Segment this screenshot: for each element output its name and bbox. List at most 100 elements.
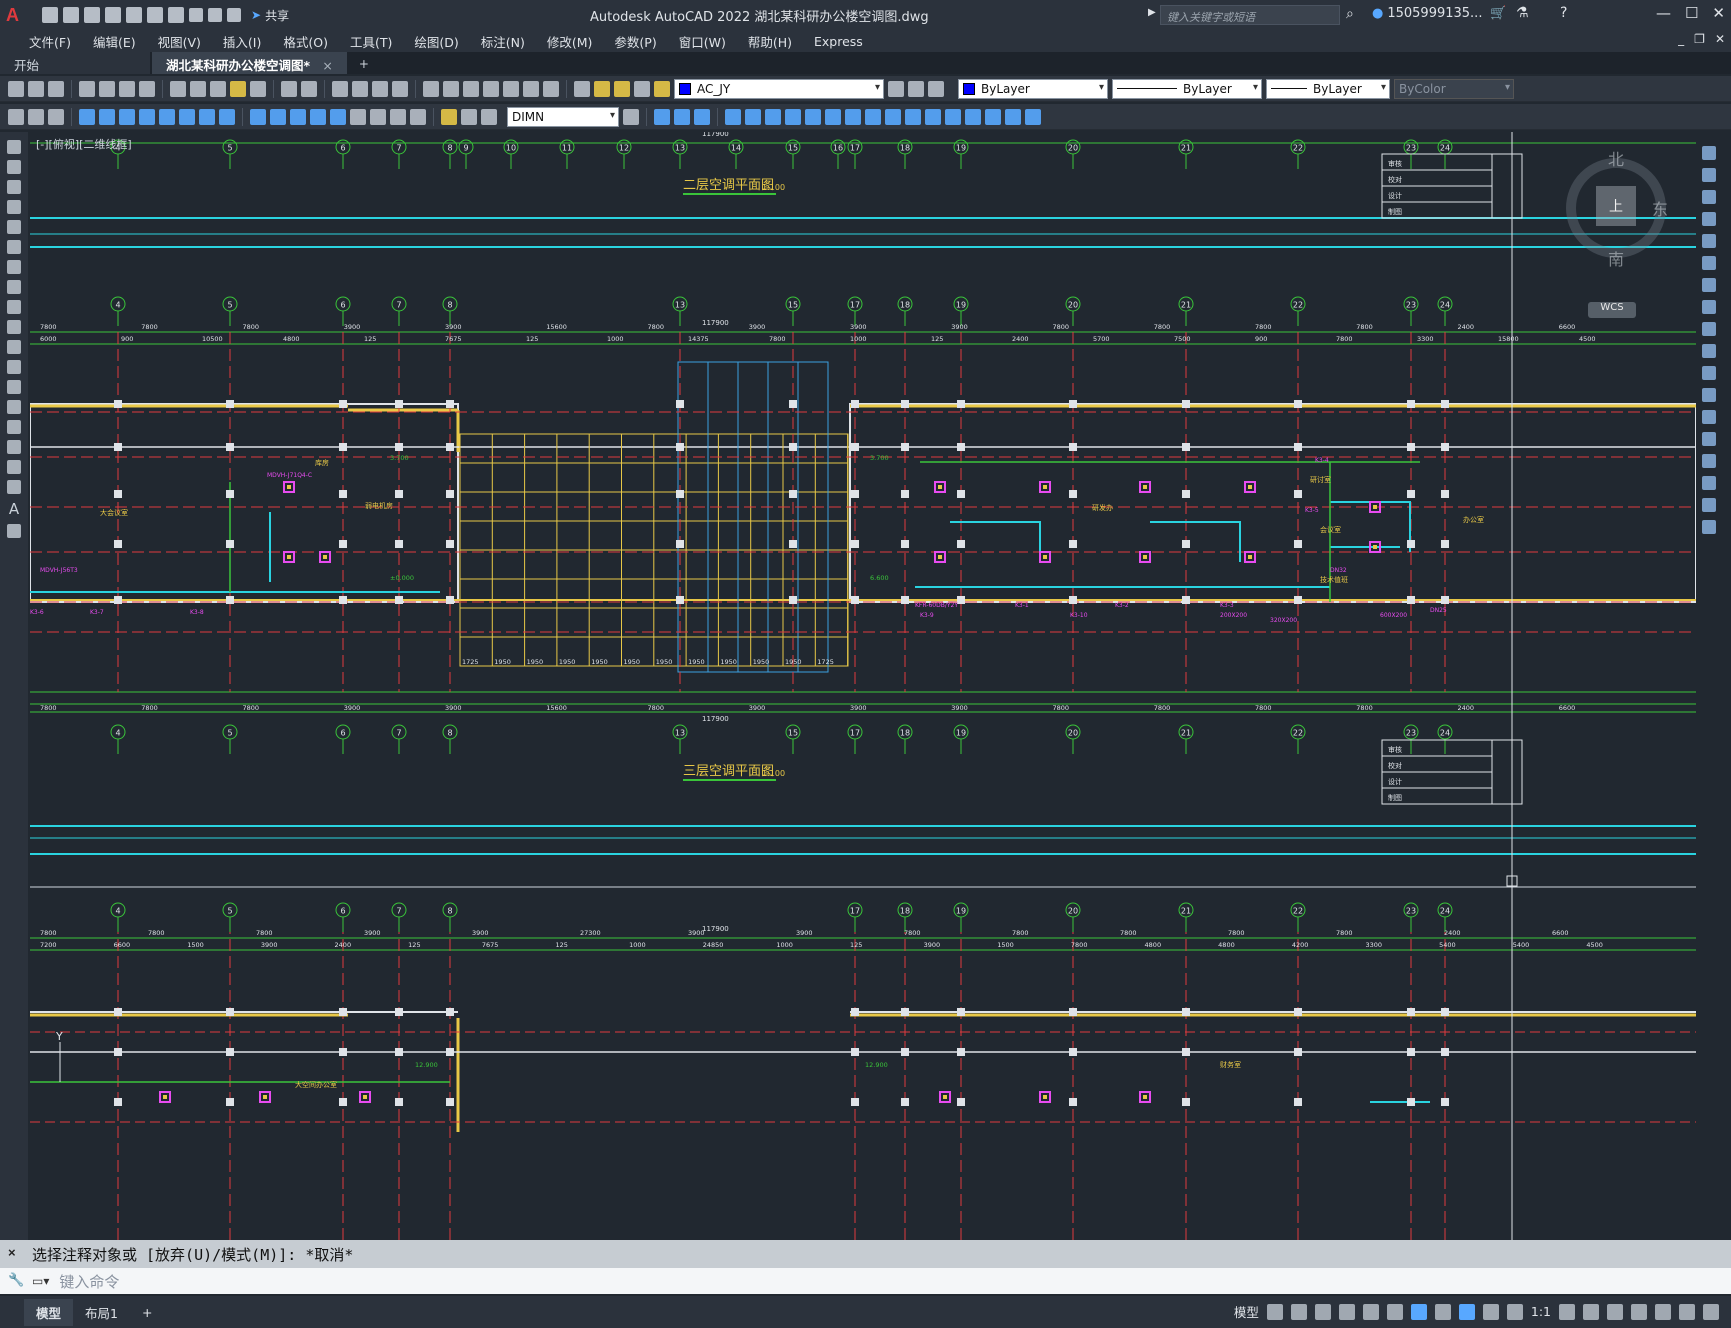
construction-line-icon[interactable]: [7, 160, 21, 174]
arc-length-icon[interactable]: [119, 108, 135, 125]
autodesk-app-icon[interactable]: ⚗: [1516, 5, 1529, 21]
layer-lock-icon[interactable]: [654, 80, 670, 97]
maximize-icon[interactable]: ☐: [1685, 4, 1698, 22]
make-block-icon[interactable]: [7, 380, 21, 394]
viewcube-east[interactable]: 东: [1652, 196, 1668, 220]
sheet-set-icon[interactable]: [483, 80, 499, 97]
jogged-linear-icon[interactable]: [410, 108, 426, 125]
rotate-icon[interactable]: [785, 108, 801, 125]
chamfer-icon[interactable]: [925, 108, 941, 125]
model-space-button[interactable]: 模型: [1234, 1302, 1259, 1321]
tab-drawing[interactable]: 湖北某科研办公楼空调图* ×: [152, 52, 347, 74]
plotstyle-dropdown[interactable]: ByColor ▾: [1394, 78, 1514, 99]
match-properties-icon[interactable]: [230, 80, 246, 97]
point-icon[interactable]: [7, 400, 21, 414]
zoom-realtime-icon[interactable]: [352, 80, 368, 97]
rectangle-icon[interactable]: [7, 220, 21, 234]
add-selected-icon[interactable]: [7, 524, 21, 538]
cad-drawing[interactable]: 4 5 6 7 8 9 10 11 12 13 14 15 16 17 18 19 20 21 22 23 24 4 5 6 7…: [30, 132, 1696, 1240]
save-as-icon[interactable]: [105, 7, 121, 23]
stretch-icon[interactable]: [825, 108, 841, 125]
ellipse-arc-icon[interactable]: [7, 340, 21, 354]
move-r-icon[interactable]: [1702, 256, 1716, 270]
new-file-icon[interactable]: [42, 7, 58, 23]
workspace-icon[interactable]: [8, 108, 24, 125]
tab-model[interactable]: 模型: [24, 1298, 74, 1326]
layer-on-icon[interactable]: [594, 80, 610, 97]
revision-cloud-icon[interactable]: [7, 280, 21, 294]
quick-dim-icon[interactable]: [250, 108, 266, 125]
units-icon[interactable]: [1607, 1303, 1623, 1320]
draworder-front-icon[interactable]: [1005, 108, 1021, 125]
rotate-r-icon[interactable]: [1702, 278, 1716, 292]
polar-icon[interactable]: [1338, 1303, 1355, 1320]
scale-icon[interactable]: [805, 108, 821, 125]
radius-dim-icon[interactable]: [159, 108, 175, 125]
snap-icon[interactable]: [1290, 1303, 1307, 1320]
command-input[interactable]: 键入命令: [59, 1271, 119, 1292]
join-r-icon[interactable]: [1702, 432, 1716, 446]
fullscreen-icon[interactable]: [1679, 1303, 1695, 1320]
plot-icon[interactable]: [79, 80, 95, 97]
viewcube-south[interactable]: 南: [1608, 246, 1624, 270]
linear-dim-icon[interactable]: [79, 108, 95, 125]
baseline-dim-icon[interactable]: [270, 108, 286, 125]
line-icon[interactable]: [7, 140, 21, 154]
circle-icon[interactable]: [7, 260, 21, 274]
diameter-dim-icon[interactable]: [199, 108, 215, 125]
tool-palettes-icon[interactable]: [463, 80, 479, 97]
continue-dim-icon[interactable]: [290, 108, 306, 125]
copy-r-icon[interactable]: [1702, 168, 1716, 182]
mirror-icon[interactable]: [694, 108, 710, 125]
copy-icon[interactable]: [190, 80, 206, 97]
layer-freeze-icon[interactable]: [614, 80, 630, 97]
grid-icon[interactable]: [1266, 1303, 1283, 1320]
stretch-r-icon[interactable]: [1702, 322, 1716, 336]
redo-tb-icon[interactable]: [301, 80, 317, 97]
ortho-icon[interactable]: [1314, 1303, 1331, 1320]
annotation-scale-icon[interactable]: [1506, 1303, 1523, 1320]
region-icon[interactable]: [7, 460, 21, 474]
doc-restore-icon[interactable]: ❐: [1694, 32, 1705, 46]
qnew-icon[interactable]: [8, 80, 24, 97]
search-icon[interactable]: ⌕: [1346, 6, 1354, 22]
polygon-icon[interactable]: [7, 200, 21, 214]
offset-icon[interactable]: [725, 108, 741, 125]
isodraft-icon[interactable]: [1362, 1303, 1379, 1320]
array-icon[interactable]: [745, 108, 761, 125]
layer-state-icon[interactable]: [928, 80, 944, 97]
tab-close-icon[interactable]: ×: [322, 58, 332, 73]
3d-dwf-icon[interactable]: [139, 80, 155, 97]
linetype-dropdown[interactable]: ByLayer ▾: [1112, 78, 1262, 99]
viewport-controls-label[interactable]: [-][俯视][二维线框]: [36, 136, 132, 152]
polyline-icon[interactable]: [7, 180, 21, 194]
erase-r-icon[interactable]: [1702, 146, 1716, 160]
recent-commands-icon[interactable]: ▭▾: [32, 1274, 49, 1288]
menu-format[interactable]: 格式(O): [272, 32, 339, 51]
break-icon[interactable]: [885, 108, 901, 125]
menu-insert[interactable]: 插入(I): [212, 32, 272, 51]
design-center-icon[interactable]: [443, 80, 459, 97]
spline-icon[interactable]: [7, 300, 21, 314]
make-current-layer-icon[interactable]: [888, 80, 904, 97]
menu-express[interactable]: Express: [803, 34, 874, 49]
share-button[interactable]: ➤ 共享: [251, 7, 289, 24]
gradient-icon[interactable]: [7, 440, 21, 454]
annotation-scale-value[interactable]: 1:1: [1531, 1304, 1551, 1319]
calculator-icon[interactable]: [523, 80, 539, 97]
lineweight-display-icon[interactable]: [1434, 1303, 1451, 1320]
dim-text-edit-icon[interactable]: [461, 108, 477, 125]
chamfer-r-icon[interactable]: [1702, 454, 1716, 468]
color-dropdown[interactable]: ByLayer ▾: [958, 78, 1108, 99]
scale-r-icon[interactable]: [1702, 300, 1716, 314]
paste-icon[interactable]: [210, 80, 226, 97]
block-editor-icon[interactable]: [250, 80, 266, 97]
tab-start[interactable]: 开始: [0, 52, 150, 74]
doc-close-icon[interactable]: ✕: [1715, 32, 1725, 46]
undo-tb-icon[interactable]: [281, 80, 297, 97]
viewcube[interactable]: 上 北 东 南: [1560, 146, 1672, 274]
draworder-icon[interactable]: [985, 108, 1001, 125]
zoom-window-icon[interactable]: [372, 80, 388, 97]
ellipse-icon[interactable]: [7, 320, 21, 334]
customize-qat-icon[interactable]: [227, 8, 241, 22]
